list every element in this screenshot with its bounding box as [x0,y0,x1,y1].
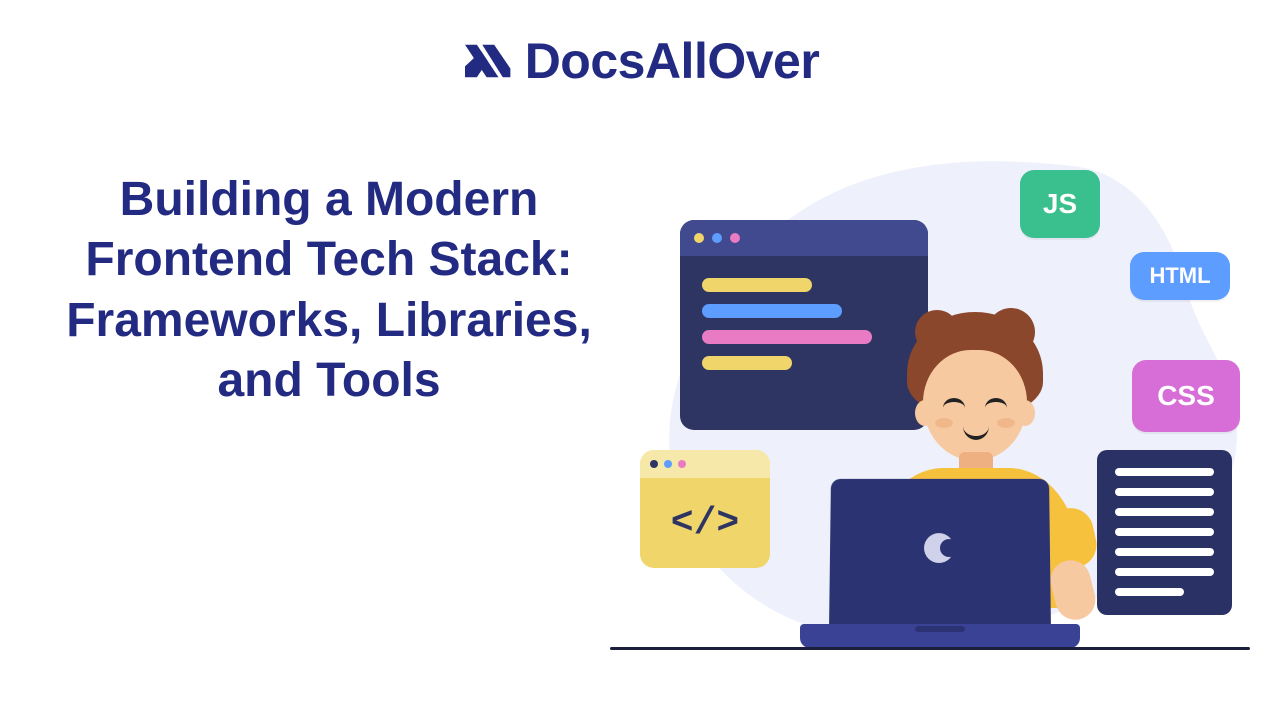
html-tag-label: HTML [1149,263,1210,289]
hero-illustration: JS HTML CSS [620,150,1240,690]
face-icon [923,350,1027,460]
window-dot-icon [730,233,740,243]
window-dot-icon [694,233,704,243]
desk-line-icon [610,647,1250,650]
window-dot-icon [712,233,722,243]
double-chevron-x-icon [461,34,515,88]
code-line-icon [702,304,842,318]
css-tag-label: CSS [1157,380,1215,412]
laptop-base-icon [800,624,1080,648]
doc-line-icon [1115,488,1214,496]
laptop-logo-icon [924,533,954,563]
js-tag-label: JS [1043,188,1077,220]
code-line-icon [702,278,812,292]
doc-line-icon [1115,568,1214,576]
brand-name: DocsAllOver [525,32,820,90]
window-titlebar [640,450,770,478]
window-dot-icon [678,460,686,468]
js-tag: JS [1020,170,1100,238]
css-tag: CSS [1132,360,1240,432]
document-card-icon [1097,450,1232,615]
doc-line-icon [1115,548,1214,556]
doc-line-icon [1115,468,1214,476]
doc-line-icon [1115,528,1214,536]
hero-title-block: Building a Modern Frontend Tech Stack: F… [64,170,594,412]
code-tag-window-icon: </> [640,450,770,568]
window-titlebar [680,220,928,256]
code-tag-symbol: </> [640,478,770,568]
hero-title: Building a Modern Frontend Tech Stack: F… [64,170,594,412]
cheek-icon [997,418,1015,428]
brand-header: DocsAllOver [461,32,820,90]
window-dot-icon [650,460,658,468]
laptop-icon [800,472,1080,652]
laptop-screen-icon [829,479,1051,629]
code-line-icon [702,356,792,370]
window-dot-icon [664,460,672,468]
doc-line-icon [1115,508,1214,516]
cheek-icon [935,418,953,428]
html-tag: HTML [1130,252,1230,300]
doc-line-icon [1115,588,1184,596]
